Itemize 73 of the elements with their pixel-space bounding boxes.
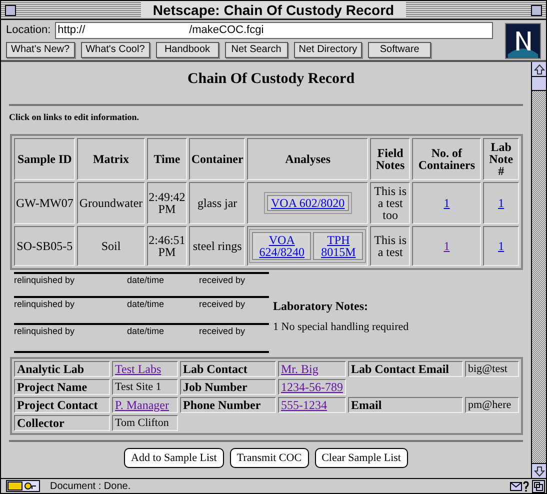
instruction-text: Click on links to edit information.: [9, 110, 140, 124]
field-label: Lab Contact Email: [348, 361, 463, 377]
field-label: Phone Number: [180, 397, 276, 413]
column-header: Container: [189, 138, 246, 180]
form-button[interactable]: Transmit COC: [230, 448, 309, 468]
column-header: Sample ID: [14, 138, 76, 180]
field-label: Project Contact: [14, 397, 110, 413]
mail-icon[interactable]: [510, 482, 522, 490]
table-cell: This is a test too: [370, 182, 410, 224]
column-header: Matrix: [77, 138, 145, 180]
resize-handle-icon[interactable]: [532, 480, 545, 492]
column-header: Lab Note #: [483, 138, 519, 180]
signature-label: date/time: [127, 275, 166, 287]
field-label: Job Number: [180, 379, 276, 395]
field-label: Analytic Lab: [14, 361, 110, 377]
signature-label: received by: [199, 326, 246, 338]
table-cell: steel rings: [189, 226, 246, 266]
signature-label: relinquished by: [14, 326, 76, 338]
location-field[interactable]: http:// /makeCOC.fcgi: [54, 22, 493, 39]
count-link[interactable]: 1: [444, 196, 450, 210]
window-title: Netscape: Chain Of Custody Record: [140, 2, 406, 18]
count-link[interactable]: 1: [498, 196, 504, 210]
nav-button[interactable]: What's New?: [6, 42, 75, 58]
nav-button[interactable]: Software: [368, 42, 432, 58]
table-cell: Test Site 1: [112, 379, 178, 395]
scroll-up-icon[interactable]: [532, 62, 546, 77]
field-label: Project Name: [14, 379, 110, 395]
table-cell: big@test: [465, 361, 519, 377]
lab-note-text: 1 No special handling required: [273, 320, 409, 335]
table-cell: SO-SB05-5: [14, 226, 76, 266]
table-cell: pm@here: [465, 397, 519, 413]
scroll-thumb[interactable]: [532, 77, 546, 91]
nav-button[interactable]: Net Search: [224, 42, 288, 58]
netscape-logo: [505, 23, 541, 59]
table-cell: Tom Clifton: [112, 415, 178, 431]
location-label: Location:: [6, 23, 51, 38]
field-label: Collector: [14, 415, 110, 431]
signature-label: relinquished by: [14, 275, 76, 287]
nav-button[interactable]: What's Cool?: [80, 42, 150, 58]
analysis-link[interactable]: VOA 602/8020: [266, 195, 349, 211]
table-cell: Groundwater: [77, 182, 145, 224]
status-text: Document : Done.: [50, 480, 132, 494]
nav-button[interactable]: Net Directory: [294, 42, 362, 58]
column-header: Time: [146, 138, 188, 180]
table-cell: GW-MW07: [14, 182, 76, 224]
zoom-box-icon[interactable]: [531, 4, 542, 16]
form-button[interactable]: Add to Sample List: [124, 448, 224, 468]
close-box-icon[interactable]: [5, 4, 16, 16]
table-cell: Soil: [77, 226, 145, 266]
lab-notes-heading: Laboratory Notes:: [273, 298, 369, 315]
count-link[interactable]: 1: [444, 239, 450, 253]
form-button[interactable]: Clear Sample List: [314, 448, 408, 468]
field-label: Lab Contact: [180, 361, 276, 377]
nav-button[interactable]: Handbook: [156, 42, 219, 58]
page-heading: Chain Of Custody Record: [186, 70, 356, 89]
analysis-link[interactable]: TPH 8015M: [313, 232, 364, 260]
column-header: No. of Containers: [412, 138, 482, 180]
help-icon[interactable]: [523, 480, 529, 492]
signature-label: received by: [199, 299, 246, 311]
signature-label: received by: [199, 275, 246, 287]
table-cell: 2:49:42 PM: [146, 182, 188, 224]
table-cell: glass jar: [189, 182, 246, 224]
signature-label: relinquished by: [14, 299, 76, 311]
count-link[interactable]: 1: [498, 239, 504, 253]
table-cell: This is a test: [370, 226, 410, 266]
scroll-down-icon[interactable]: [532, 463, 546, 478]
column-header: Analyses: [247, 138, 368, 180]
field-label: Email: [348, 397, 463, 413]
analysis-link[interactable]: VOA 624/8240: [252, 232, 312, 260]
column-header: Field Notes: [370, 138, 410, 180]
table-cell: 2:46:51 PM: [146, 226, 188, 266]
signature-label: date/time: [127, 326, 166, 338]
signature-label: date/time: [127, 299, 166, 311]
